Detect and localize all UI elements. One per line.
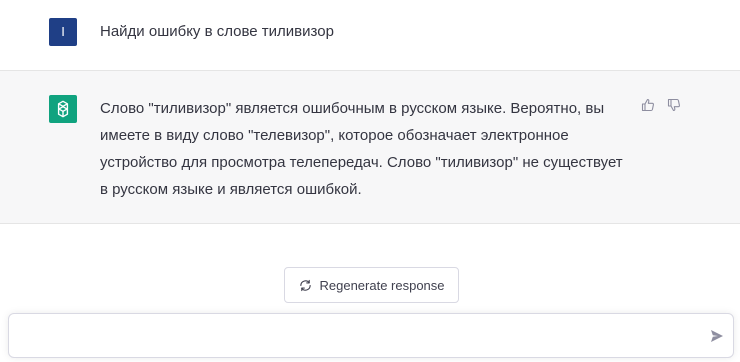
message-input[interactable] (23, 325, 687, 349)
user-message-text: Найди ошибку в слове тиливизор (100, 23, 334, 40)
openai-logo-icon (49, 95, 77, 123)
thumbs-up-icon[interactable] (639, 96, 657, 114)
user-avatar: I (49, 18, 77, 46)
regenerate-response-button[interactable]: Regenerate response (284, 267, 459, 303)
refresh-icon (298, 278, 312, 292)
assistant-message-row: Слово "тиливизор" является ошибочным в р… (0, 71, 740, 224)
user-message-row: I Найди ошибку в слове тиливизор (0, 0, 740, 71)
composer (8, 313, 734, 358)
send-icon[interactable] (709, 328, 725, 344)
chat-page: I Найди ошибку в слове тиливизор Слово "… (0, 0, 740, 362)
assistant-message-text: Слово "тиливизор" является ошибочным в р… (100, 100, 623, 198)
thumbs-down-icon[interactable] (665, 96, 683, 114)
regenerate-response-label: Regenerate response (319, 277, 445, 293)
